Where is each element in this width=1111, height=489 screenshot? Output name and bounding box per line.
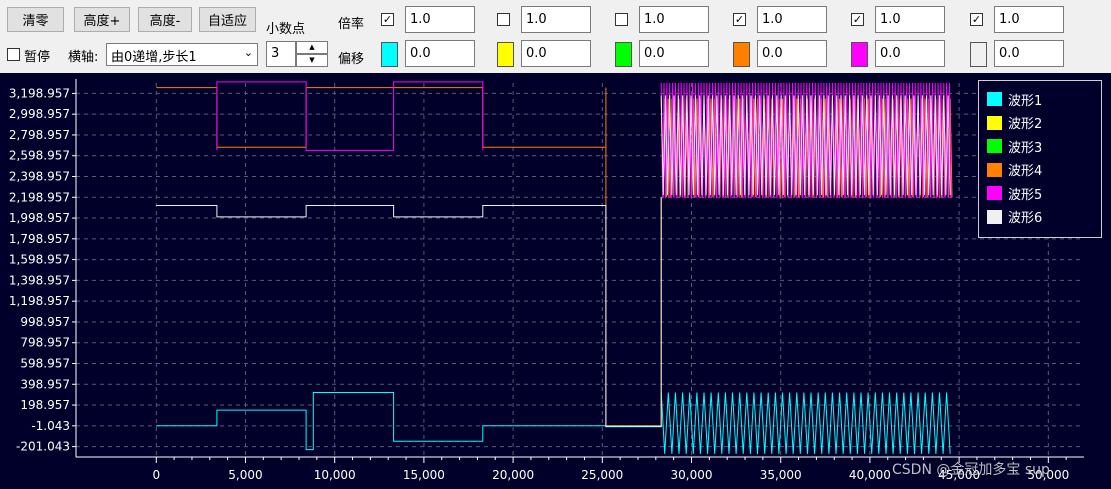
toolbar: 清零 高度+ 高度- 自适应 暂停 横轴: 由0递增,步长1 ⌄ 小数点 3 ▲…: [0, 0, 1111, 73]
legend-label: 波形3: [1008, 140, 1043, 156]
legend: 波形1 波形2 波形3 波形4 波形5 波形6: [978, 80, 1102, 238]
xaxis-select-value: 由0递增,步长1: [111, 50, 197, 65]
channel-5-enable-checkbox[interactable]: ✓: [851, 13, 864, 26]
channel-2-offset-input[interactable]: 0.0: [521, 40, 591, 67]
x-tick-label: 25,000: [581, 468, 623, 482]
series-oscillation: [660, 392, 951, 454]
height-plus-button[interactable]: 高度+: [74, 7, 130, 32]
xaxis-select[interactable]: 由0递增,步长1 ⌄: [106, 43, 258, 66]
channel-5-scale-input[interactable]: 1.0: [875, 6, 945, 33]
legend-item: 波形6: [987, 209, 1043, 226]
channel-6-scale-input[interactable]: 1.0: [994, 6, 1064, 33]
channel-2-color-swatch[interactable]: [497, 42, 514, 67]
legend-item: 波形3: [987, 138, 1043, 156]
x-tick-label: 15,000: [403, 468, 445, 482]
legend-swatch: [987, 186, 1002, 200]
y-tick-label: -201.043: [16, 440, 70, 454]
channel-2-enable-checkbox[interactable]: [497, 13, 510, 26]
decimals-value: 3: [271, 46, 280, 61]
channel-6-offset-input[interactable]: 0.0: [994, 40, 1064, 67]
channel-6-enable-checkbox[interactable]: ✓: [970, 13, 983, 26]
y-tick-label: 2,598.957: [9, 149, 70, 163]
y-tick-label: 1,398.957: [9, 273, 70, 287]
plot-area: 3,198.957 2,998.957 2,798.957 2,598.957 2,39…: [0, 73, 1111, 489]
decimals-label: 小数点: [266, 22, 306, 37]
xaxis-label: 横轴:: [68, 50, 99, 65]
y-tick-label: 1,598.957: [9, 253, 70, 267]
x-tick-label: 0: [152, 468, 160, 482]
y-tick-label: 2,398.957: [9, 170, 70, 184]
series-line: [156, 392, 662, 451]
channel-4-scale-input[interactable]: 1.0: [757, 6, 827, 33]
clear-button[interactable]: 清零: [7, 7, 64, 32]
channel-1-scale-input[interactable]: 1.0: [405, 6, 475, 33]
y-tick-label: 3,198.957: [9, 86, 70, 100]
channel-3-offset-input[interactable]: 0.0: [639, 40, 709, 67]
channel-3-enable-checkbox[interactable]: [615, 13, 628, 26]
y-tick-label: 198.957: [20, 398, 70, 412]
channel-4-color-swatch[interactable]: [733, 42, 750, 67]
channel-1-color-swatch[interactable]: [381, 42, 398, 67]
offset-label: 偏移: [338, 52, 365, 67]
legend-item: 波形4: [987, 162, 1043, 179]
x-tick-label: 5,000: [228, 468, 262, 482]
y-tick-label: 2,198.957: [9, 190, 70, 204]
channel-3-color-swatch[interactable]: [615, 42, 632, 67]
y-tick-label: -1.043: [31, 419, 70, 433]
legend-label: 波形1: [1008, 93, 1043, 109]
channel-2-scale-input[interactable]: 1.0: [521, 6, 591, 33]
legend-label: 波形6: [1008, 211, 1043, 226]
y-tick-label: 2,998.957: [9, 107, 70, 121]
x-tick-label: 35,000: [760, 468, 802, 482]
height-minus-button[interactable]: 高度-: [138, 7, 192, 32]
y-tick-label: 2,798.957: [9, 128, 70, 142]
spin-down-button[interactable]: ▼: [296, 54, 328, 67]
y-tick-label: 798.957: [20, 336, 70, 350]
legend-item: 波形2: [987, 115, 1043, 132]
legend-swatch: [987, 139, 1002, 153]
y-tick-label: 598.957: [20, 357, 70, 371]
series-line: [216, 81, 484, 151]
waveform-chart: 3,198.957 2,998.957 2,798.957 2,598.957 2,39…: [9, 79, 1084, 482]
y-tick-label: 1,998.957: [9, 211, 70, 225]
legend-swatch: [987, 115, 1002, 130]
x-tick-label: 20,000: [492, 468, 534, 482]
channel-5-offset-input[interactable]: 0.0: [875, 40, 945, 67]
series-line: [156, 197, 662, 427]
spin-up-button[interactable]: ▲: [296, 41, 328, 54]
channel-1-enable-checkbox[interactable]: ✓: [381, 13, 394, 26]
channel-5-color-swatch[interactable]: [851, 42, 868, 67]
legend-swatch: [987, 92, 1002, 106]
channel-3-scale-input[interactable]: 1.0: [639, 6, 709, 33]
legend-label: 波形2: [1008, 117, 1043, 132]
y-tick-label: 398.957: [20, 377, 70, 391]
pause-label: 暂停: [24, 50, 51, 65]
legend-item: 波形5: [987, 185, 1043, 203]
channel-4-offset-input[interactable]: 0.0: [757, 40, 827, 67]
chevron-down-icon: ⌄: [243, 46, 253, 59]
y-tick-label: 1,198.957: [9, 294, 70, 308]
pause-checkbox[interactable]: [7, 48, 20, 61]
channel-4-enable-checkbox[interactable]: ✓: [733, 13, 746, 26]
legend-swatch: [987, 162, 1002, 177]
scale-label: 倍率: [338, 17, 365, 32]
x-tick-label: 10,000: [314, 468, 356, 482]
watermark: CSDN @金冠加多宝 sup: [892, 462, 1050, 478]
x-tick-label: 30,000: [671, 468, 713, 482]
autofit-button[interactable]: 自适应: [199, 7, 256, 32]
y-tick-label: 998.957: [20, 315, 70, 329]
y-tick-label: 1,798.957: [9, 232, 70, 246]
channel-1-offset-input[interactable]: 0.0: [405, 40, 475, 67]
legend-item: 波形1: [987, 91, 1043, 109]
legend-label: 波形5: [1008, 187, 1043, 203]
legend-label: 波形4: [1008, 164, 1043, 179]
channel-6-color-swatch[interactable]: [970, 42, 987, 67]
series-line: [156, 87, 662, 427]
legend-swatch: [987, 209, 1002, 224]
decimals-input[interactable]: 3: [266, 41, 296, 67]
x-tick-label: 40,000: [849, 468, 891, 482]
